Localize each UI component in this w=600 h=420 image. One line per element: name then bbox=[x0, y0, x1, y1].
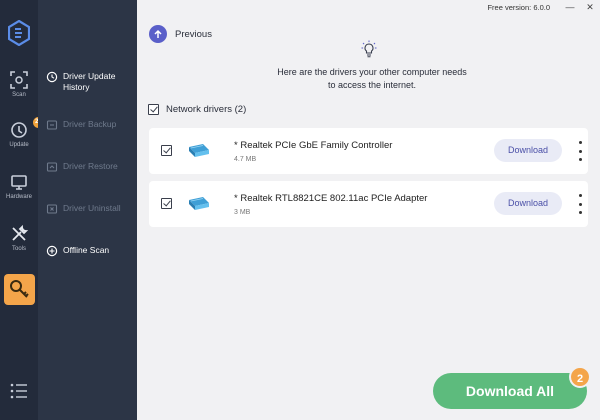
subnav-label: Offline Scan bbox=[63, 245, 110, 255]
key-icon bbox=[10, 280, 29, 298]
info-message: Here are the drivers your other computer… bbox=[232, 66, 512, 92]
rail-label-scan: Scan bbox=[12, 92, 26, 98]
close-icon: ✕ bbox=[586, 1, 594, 12]
previous-button[interactable]: Previous bbox=[149, 25, 212, 43]
hardware-icon bbox=[9, 172, 29, 192]
main-panel: Free version: 6.0.0 — ✕ Previous Here ar… bbox=[137, 0, 600, 420]
download-button[interactable]: Download bbox=[494, 139, 562, 162]
offline-scan-icon bbox=[46, 245, 58, 257]
tools-icon bbox=[9, 224, 29, 244]
driver-row: * Realtek RTL8821CE 802.11ac PCIe Adapte… bbox=[149, 181, 588, 227]
close-button[interactable]: ✕ bbox=[580, 0, 600, 14]
rail-label-hardware: Hardware bbox=[5, 194, 32, 200]
subnav-item-restore[interactable]: Driver Restore bbox=[46, 161, 134, 173]
download-button[interactable]: Download bbox=[494, 192, 562, 215]
history-icon bbox=[46, 71, 58, 83]
title-bar: Free version: 6.0.0 — ✕ bbox=[487, 0, 600, 14]
subnav-label: Driver Backup bbox=[63, 119, 117, 129]
driver-name: * Realtek PCIe GbE Family Controller bbox=[234, 140, 393, 151]
rail-label-tools: Tools bbox=[11, 246, 26, 252]
rail-item-scan[interactable]: Scan bbox=[0, 70, 38, 98]
subnav-label: Driver Uninstall bbox=[63, 203, 121, 213]
more-options-icon[interactable] bbox=[577, 141, 583, 161]
update-icon: 25 bbox=[9, 117, 44, 140]
more-options-icon[interactable] bbox=[577, 194, 583, 214]
section-label: Network drivers (2) bbox=[166, 104, 247, 115]
driver-size: 4.7 MB bbox=[234, 156, 257, 163]
rail-item-tools[interactable]: Tools bbox=[0, 224, 38, 252]
network-adapter-icon bbox=[189, 144, 209, 157]
version-label: Free version: 6.0.0 bbox=[487, 2, 550, 12]
subnav-item-uninstall[interactable]: Driver Uninstall bbox=[46, 203, 134, 215]
subnav-item-offline-scan[interactable]: Offline Scan bbox=[46, 245, 134, 257]
rail-label-update: Update bbox=[9, 142, 29, 148]
app-logo-icon bbox=[8, 20, 30, 46]
subnav-item-backup[interactable]: Driver Backup bbox=[46, 119, 134, 131]
driver-checkbox[interactable] bbox=[161, 198, 172, 209]
rail-item-offline[interactable] bbox=[4, 274, 35, 305]
info-message-line2: to access the internet. bbox=[327, 80, 417, 90]
menu-icon[interactable] bbox=[10, 383, 28, 399]
uninstall-icon bbox=[46, 204, 58, 214]
scan-icon bbox=[9, 70, 29, 90]
download-count-badge: 2 bbox=[569, 366, 591, 388]
minimize-button[interactable]: — bbox=[560, 0, 580, 14]
info-message-line1: Here are the drivers your other computer… bbox=[277, 67, 467, 77]
previous-label: Previous bbox=[175, 28, 212, 40]
subnav-label: Driver Restore bbox=[63, 161, 118, 171]
network-adapter-icon bbox=[189, 197, 209, 210]
back-arrow-icon bbox=[149, 25, 167, 43]
restore-icon bbox=[46, 162, 58, 172]
driver-checkbox[interactable] bbox=[161, 145, 172, 156]
app-rail: Scan 25 Update Hardware Tools bbox=[0, 0, 44, 420]
rail-item-update[interactable]: 25 Update bbox=[0, 117, 44, 148]
driver-row: * Realtek PCIe GbE Family Controller 4.7… bbox=[149, 128, 588, 174]
subnav-item-update-history[interactable]: Driver Update History bbox=[46, 71, 134, 93]
rail-item-hardware[interactable]: Hardware bbox=[0, 172, 38, 200]
tools-subnav: Driver Update History Driver Backup Driv… bbox=[38, 0, 137, 420]
select-all-checkbox[interactable] bbox=[148, 104, 159, 115]
minimize-icon: — bbox=[565, 2, 575, 12]
backup-icon bbox=[46, 120, 58, 130]
subnav-label: Driver Update History bbox=[63, 71, 116, 92]
network-drivers-section[interactable]: Network drivers (2) bbox=[148, 104, 246, 115]
driver-name: * Realtek RTL8821CE 802.11ac PCIe Adapte… bbox=[234, 193, 428, 204]
driver-size: 3 MB bbox=[234, 209, 251, 216]
lightbulb-icon bbox=[361, 40, 377, 58]
download-all-button[interactable]: Download All bbox=[433, 373, 587, 409]
